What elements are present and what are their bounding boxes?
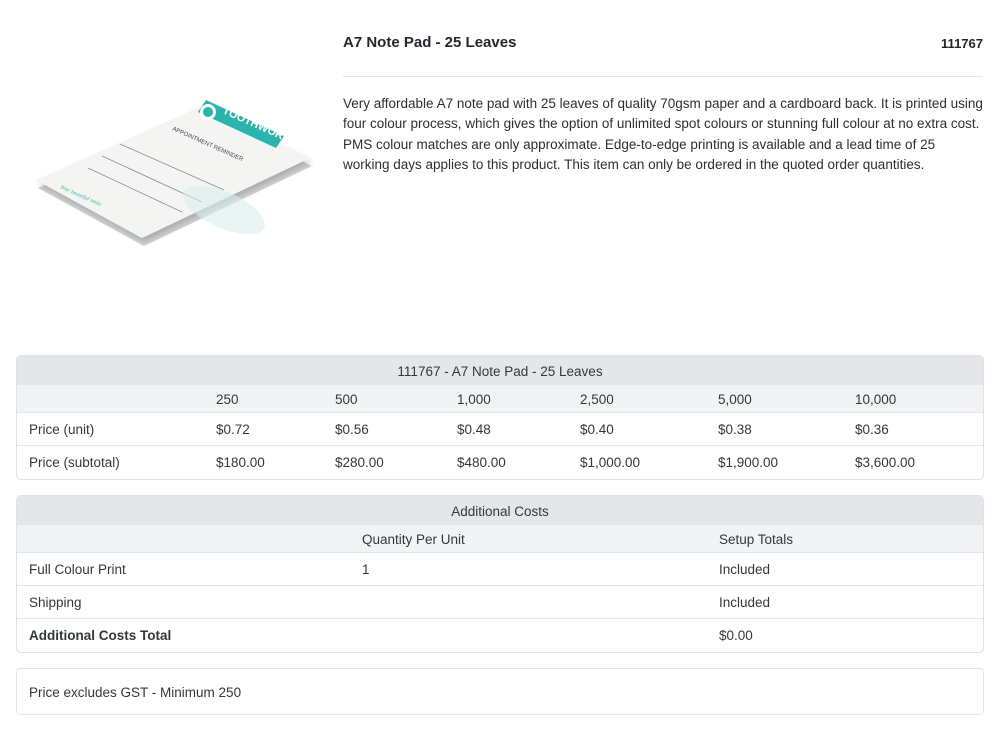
quantity-header: 5,000 (718, 392, 752, 407)
cost-total-label: Additional Costs Total (29, 628, 172, 643)
row-label: Price (subtotal) (29, 455, 120, 470)
additional-costs-title: Additional Costs (17, 496, 983, 525)
subtotal-cell: $180.00 (216, 455, 265, 470)
table-row: Additional Costs Total $0.00 (17, 619, 983, 652)
subtotal-cell: $1,900.00 (718, 455, 779, 470)
quantity-header: 500 (335, 392, 358, 407)
cost-total: Included (719, 595, 771, 610)
additional-costs-header-row: Quantity Per Unit Setup Totals (17, 525, 983, 553)
subtotal-cell: $280.00 (335, 455, 384, 470)
unit-price-cell: $0.56 (335, 422, 369, 437)
table-row: Price (unit) $0.72 $0.56 $0.48 $0.40 $0.… (17, 413, 983, 446)
subtotal-cell: $480.00 (457, 455, 506, 470)
product-header: A7 Note Pad - 25 Leaves 111767 (343, 34, 983, 77)
subtotal-cell: $3,600.00 (855, 455, 916, 470)
unit-price-cell: $0.72 (216, 422, 250, 437)
additional-costs-table: Additional Costs Quantity Per Unit Setup… (16, 495, 984, 653)
gst-note: Price excludes GST - Minimum 250 (16, 668, 984, 715)
cost-grand-total: $0.00 (719, 628, 753, 643)
quantity-header: 1,000 (457, 392, 491, 407)
pricing-table: 111767 - A7 Note Pad - 25 Leaves 250 500… (16, 355, 984, 480)
table-row: Full Colour Print 1 Included (17, 553, 983, 586)
unit-price-cell: $0.40 (580, 422, 614, 437)
table-row: Price (subtotal) $180.00 $280.00 $480.00… (17, 446, 983, 479)
quantity-header: 10,000 (855, 392, 897, 407)
product-image: TOOTHWORX APPOINTMENT REMINDER Your beau… (24, 92, 316, 252)
pricing-table-title: 111767 - A7 Note Pad - 25 Leaves (17, 356, 983, 385)
quantity-header: 2,500 (580, 392, 614, 407)
unit-price-cell: $0.36 (855, 422, 889, 437)
subtotal-cell: $1,000.00 (580, 455, 641, 470)
column-header: Setup Totals (719, 532, 794, 547)
table-row: Shipping Included (17, 586, 983, 619)
product-code: 111767 (941, 36, 983, 51)
product-description: Very affordable A7 note pad with 25 leav… (343, 96, 983, 172)
quantity-header: 250 (216, 392, 239, 407)
unit-price-cell: $0.38 (718, 422, 752, 437)
row-label: Price (unit) (29, 422, 95, 437)
product-title: A7 Note Pad - 25 Leaves (343, 34, 517, 51)
cost-quantity: 1 (362, 562, 370, 577)
cost-label: Shipping (29, 595, 82, 610)
quantity-header-row: 250 500 1,000 2,500 5,000 10,000 (17, 385, 983, 413)
unit-price-cell: $0.48 (457, 422, 491, 437)
cost-label: Full Colour Print (29, 562, 126, 577)
column-header: Quantity Per Unit (362, 532, 465, 547)
cost-total: Included (719, 562, 771, 577)
